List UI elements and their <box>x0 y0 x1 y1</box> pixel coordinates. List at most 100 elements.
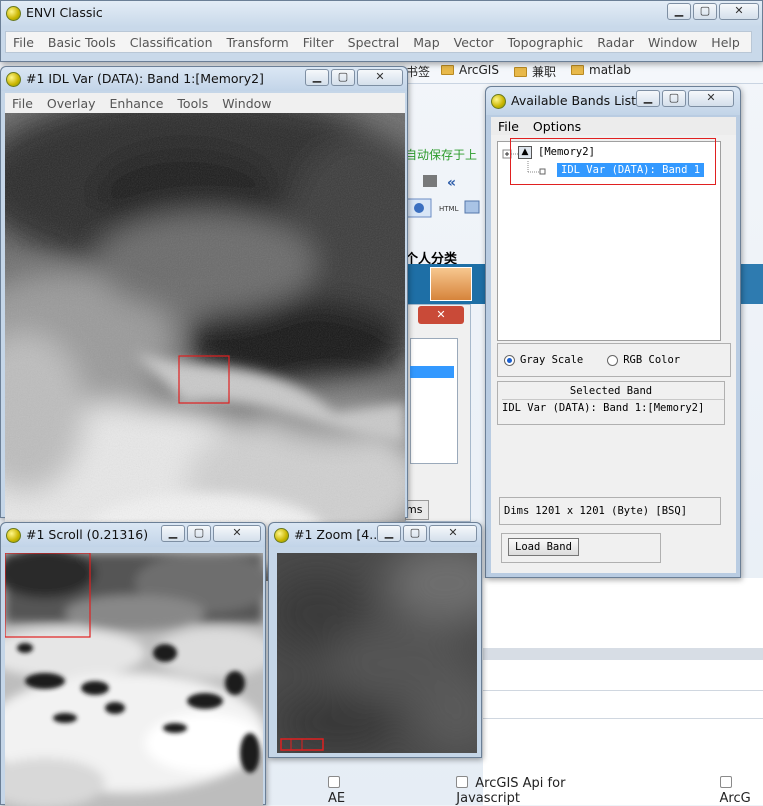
zoom-image-view[interactable] <box>277 553 477 753</box>
zoom-image <box>277 553 477 753</box>
menu-window[interactable]: Window <box>215 96 278 111</box>
tag-checkbox-arcg[interactable]: ArcG <box>719 775 763 806</box>
selected-band-value: IDL Var (DATA): Band 1:[Memory2] <box>502 399 724 414</box>
window-title: #1 Scroll (0.21316) <box>26 527 149 542</box>
main-menubar: File Basic Tools Classification Transfor… <box>5 31 752 53</box>
bookmark-item[interactable]: 书签 <box>406 63 430 80</box>
image-display-window: #1 IDL Var (DATA): Band 1:[Memory2] ▁ ▢ … <box>0 66 408 581</box>
background-dialog-button[interactable]: ms <box>405 500 429 520</box>
category-banner-right <box>740 264 763 304</box>
editor-toolbar: « <box>423 175 456 191</box>
bookmark-matlab[interactable]: matlab <box>571 63 631 77</box>
svg-text:HTML: HTML <box>439 205 459 213</box>
menu-window[interactable]: Window <box>641 35 704 50</box>
minimize-button[interactable]: ▁ <box>636 90 660 107</box>
close-button[interactable]: ✕ <box>213 525 261 542</box>
maximize-button[interactable]: ▢ <box>403 525 427 542</box>
titlebar[interactable]: #1 Scroll (0.21316) ▁ ▢ ✕ <box>1 523 265 547</box>
menu-radar[interactable]: Radar <box>590 35 641 50</box>
titlebar[interactable]: ENVI Classic ▁ ▢ ✕ <box>1 1 762 27</box>
list-selection <box>410 366 454 378</box>
selected-band-heading: Selected Band <box>569 385 653 397</box>
folder-icon <box>571 65 584 75</box>
load-band-button[interactable]: Load Band <box>508 538 579 556</box>
satellite-image-view[interactable] <box>5 113 405 581</box>
minimize-button[interactable]: ▁ <box>161 525 185 542</box>
close-button[interactable]: ✕ <box>429 525 477 542</box>
menu-filter[interactable]: Filter <box>296 35 341 50</box>
dims-group: Dims 1201 x 1201 (Byte) [BSQ] <box>499 497 721 525</box>
menu-file[interactable]: File <box>6 35 41 50</box>
satellite-image <box>5 113 405 581</box>
dims-label: Dims <box>504 505 530 517</box>
close-button[interactable]: ✕ <box>719 3 759 20</box>
menu-file[interactable]: File <box>491 119 526 134</box>
envi-app-icon <box>6 528 21 543</box>
folder-icon <box>514 67 527 77</box>
menu-topographic[interactable]: Topographic <box>501 35 591 50</box>
close-icon[interactable]: ✕ <box>418 306 464 324</box>
minimize-button[interactable]: ▁ <box>305 69 329 86</box>
band-tree[interactable]: ▲ [Memory2] IDL Var (DATA): Band 1 <box>497 138 721 341</box>
menu-vector[interactable]: Vector <box>447 35 501 50</box>
scroll-overview-image <box>5 553 263 806</box>
bands-menubar: File Options <box>491 117 736 135</box>
dims-value: 1201 x 1201 (Byte) [BSQ] <box>535 505 688 517</box>
editor-toolbar-2: HTML <box>406 198 480 218</box>
bookmark-arcgis[interactable]: ArcGIS <box>441 63 499 77</box>
close-button[interactable]: ✕ <box>688 90 734 107</box>
menu-tools[interactable]: Tools <box>170 96 215 111</box>
checkbox-icon <box>456 775 469 788</box>
divider <box>483 690 763 691</box>
titlebar[interactable]: Available Bands List ▁ ▢ ✕ <box>486 87 740 115</box>
scroll-image-view[interactable] <box>5 553 263 806</box>
menu-enhance[interactable]: Enhance <box>103 96 171 111</box>
tag-checkbox-row: AE ArcGIS Api for Javascript ArcG <box>270 775 763 806</box>
tag-checkbox-arcgis-api[interactable]: ArcGIS Api for Javascript <box>456 775 609 806</box>
maximize-button[interactable]: ▢ <box>662 90 686 107</box>
menu-spectral[interactable]: Spectral <box>341 35 407 50</box>
radio-unchecked-icon <box>607 354 619 366</box>
envi-app-icon <box>274 528 289 543</box>
menu-file[interactable]: File <box>5 96 40 111</box>
scroll-window: #1 Scroll (0.21316) ▁ ▢ ✕ <box>0 522 266 806</box>
radio-rgb-color[interactable]: RGB Color <box>607 354 680 366</box>
menu-overlay[interactable]: Overlay <box>40 96 103 111</box>
minimize-button[interactable]: ▁ <box>377 525 401 542</box>
envi-main-window: ENVI Classic ▁ ▢ ✕ File Basic Tools Clas… <box>0 0 763 62</box>
folder-icon <box>441 65 454 75</box>
bookmark-jianzhi[interactable]: 兼职 <box>514 63 556 80</box>
menu-options[interactable]: Options <box>526 119 588 134</box>
minimize-button[interactable]: ▁ <box>667 3 691 20</box>
titlebar[interactable]: #1 IDL Var (DATA): Band 1:[Memory2] ▁ ▢ … <box>1 67 407 91</box>
envi-app-icon <box>491 94 506 109</box>
radio-checked-icon <box>504 354 515 366</box>
menu-basic-tools[interactable]: Basic Tools <box>41 35 123 50</box>
maximize-button[interactable]: ▢ <box>693 3 717 20</box>
window-title: #1 IDL Var (DATA): Band 1:[Memory2] <box>26 71 264 86</box>
maximize-button[interactable]: ▢ <box>331 69 355 86</box>
load-band-group: Load Band <box>501 533 661 563</box>
checkbox-icon <box>719 775 732 788</box>
available-bands-window: Available Bands List ▁ ▢ ✕ File Options … <box>485 86 741 578</box>
menu-map[interactable]: Map <box>406 35 446 50</box>
background-lower-panel <box>483 578 763 805</box>
checkbox-icon <box>328 775 340 788</box>
radio-gray-scale[interactable]: Gray Scale <box>504 354 583 366</box>
divider <box>483 648 763 660</box>
titlebar[interactable]: #1 Zoom [4... ▁ ▢ ✕ <box>269 523 481 547</box>
maximize-button[interactable]: ▢ <box>187 525 211 542</box>
envi-app-icon <box>6 6 21 21</box>
autosave-notice: 自动保存于上 <box>405 148 478 162</box>
image-menubar: File Overlay Enhance Tools Window <box>5 93 405 113</box>
menu-transform[interactable]: Transform <box>220 35 296 50</box>
background-dialog-list[interactable] <box>410 338 458 464</box>
selected-band-group: Selected Band IDL Var (DATA): Band 1:[Me… <box>497 381 725 425</box>
envi-app-icon <box>6 72 21 87</box>
menu-classification[interactable]: Classification <box>123 35 220 50</box>
close-button[interactable]: ✕ <box>357 69 403 86</box>
tag-checkbox-ae[interactable]: AE <box>328 775 359 806</box>
menu-help[interactable]: Help <box>704 35 747 50</box>
window-title: Available Bands List <box>511 93 636 108</box>
color-mode-group: Gray Scale RGB Color <box>497 343 731 377</box>
